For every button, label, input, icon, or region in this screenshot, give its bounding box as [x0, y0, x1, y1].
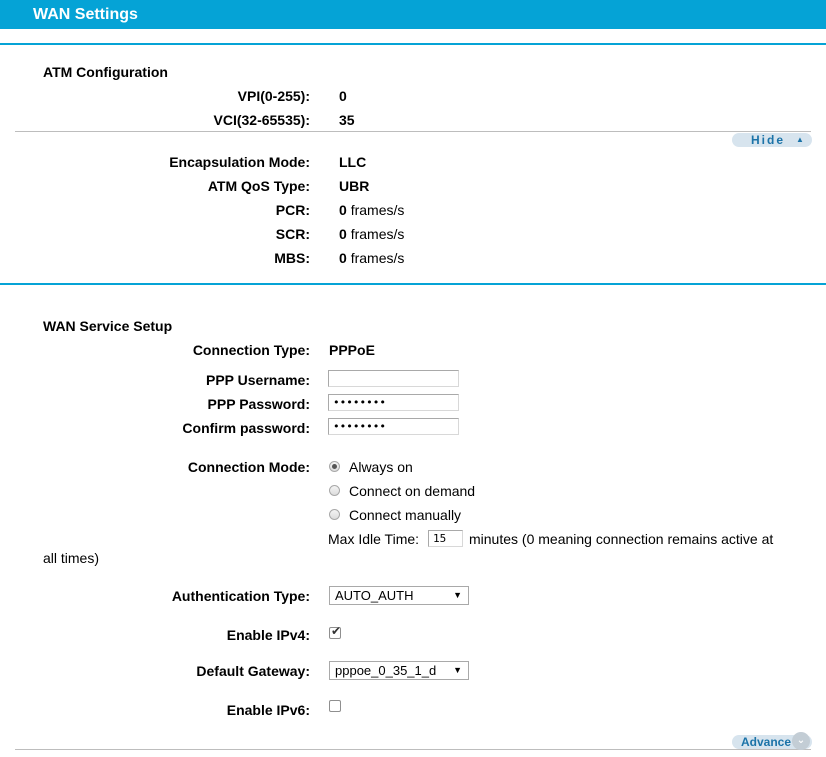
- vci-value: 35: [339, 112, 355, 128]
- max-idle-suffix-wrap: all times): [43, 550, 100, 566]
- atm-section-title: ATM Configuration: [43, 64, 168, 80]
- qos-label: ATM QoS Type:: [207, 178, 310, 194]
- mode-connect-manually-label: Connect manually: [349, 507, 462, 523]
- scr-unit: frames/s: [350, 226, 405, 242]
- default-gateway-label: Default Gateway:: [196, 663, 310, 679]
- scr-value: 0: [339, 226, 347, 242]
- connection-mode-label: Connection Mode:: [187, 459, 310, 475]
- auth-type-select[interactable]: AUTO_AUTH ▼: [329, 586, 469, 605]
- enable-ipv6-checkbox[interactable]: [329, 700, 341, 712]
- mode-connect-on-demand-label: Connect on demand: [349, 483, 476, 499]
- divider-atm: [15, 131, 811, 132]
- vpi-label: VPI(0-255):: [237, 88, 310, 104]
- confirm-password-input[interactable]: ••••••••: [328, 418, 459, 435]
- page-title: WAN Settings: [33, 6, 138, 23]
- qos-value: UBR: [339, 178, 370, 194]
- encapsulation-value: LLC: [339, 154, 367, 170]
- divider-bottom: [15, 749, 811, 750]
- max-idle-label: Max Idle Time:: [328, 531, 420, 547]
- hide-button[interactable]: Hide ▲: [732, 133, 812, 147]
- default-gateway-value: pppoe_0_35_1_d: [335, 663, 437, 678]
- pcr-unit: frames/s: [350, 202, 405, 218]
- default-gateway-select[interactable]: pppoe_0_35_1_d ▼: [329, 661, 469, 680]
- ppp-password-input[interactable]: ••••••••: [328, 394, 459, 411]
- vci-label: VCI(32-65535):: [213, 112, 311, 128]
- enable-ipv6-label: Enable IPv6:: [226, 702, 310, 718]
- chevron-down-circle-icon: ⌄: [792, 732, 810, 750]
- pcr-value: 0: [339, 202, 347, 218]
- radio-always-on[interactable]: [329, 461, 340, 472]
- enable-ipv4-checkbox[interactable]: ✔: [329, 624, 342, 639]
- dropdown-caret-icon: ▼: [453, 665, 462, 675]
- max-idle-input[interactable]: [428, 530, 463, 547]
- mbs-unit: frames/s: [350, 250, 405, 266]
- check-icon: ✔: [331, 624, 342, 638]
- mbs-row: 0 frames/s: [339, 250, 404, 266]
- pcr-row: 0 frames/s: [339, 202, 404, 218]
- advance-button[interactable]: Advance ⌄: [732, 732, 812, 750]
- mbs-label: MBS:: [274, 250, 310, 266]
- scr-label: SCR:: [275, 226, 310, 242]
- auth-type-value: AUTO_AUTH: [335, 588, 414, 603]
- divider-mid: [0, 283, 826, 285]
- scr-row: 0 frames/s: [339, 226, 404, 242]
- max-idle-suffix: minutes (0 meaning connection remains ac…: [469, 531, 774, 547]
- dropdown-caret-icon: ▼: [453, 590, 462, 600]
- ppp-username-input[interactable]: [328, 370, 459, 387]
- connection-type-label: Connection Type:: [192, 342, 310, 358]
- enable-ipv4-label: Enable IPv4:: [226, 627, 310, 643]
- ppp-password-label: PPP Password:: [207, 396, 310, 412]
- mbs-value: 0: [339, 250, 347, 266]
- vpi-value: 0: [339, 88, 347, 104]
- mode-always-on-label: Always on: [349, 459, 413, 475]
- encapsulation-label: Encapsulation Mode:: [169, 154, 310, 170]
- ppp-username-label: PPP Username:: [205, 372, 310, 388]
- radio-connect-on-demand[interactable]: [329, 485, 340, 496]
- confirm-password-label: Confirm password:: [182, 420, 310, 436]
- radio-connect-manually[interactable]: [329, 509, 340, 520]
- advance-label: Advance: [741, 735, 792, 749]
- triangle-up-icon: ▲: [796, 135, 804, 144]
- divider-top: [0, 43, 826, 45]
- connection-type-value: PPPoE: [329, 342, 375, 358]
- auth-type-label: Authentication Type:: [171, 588, 310, 604]
- pcr-label: PCR:: [275, 202, 310, 218]
- wan-section-title: WAN Service Setup: [43, 318, 173, 334]
- hide-label: Hide: [751, 133, 786, 147]
